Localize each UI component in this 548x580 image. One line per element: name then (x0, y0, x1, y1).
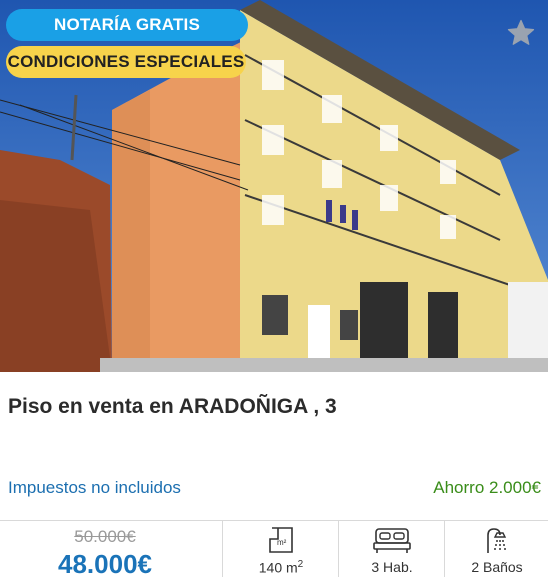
svg-text:m²: m² (277, 538, 287, 547)
baths-label: 2 Baños (471, 559, 523, 575)
old-price: 50.000€ (74, 527, 136, 546)
area-cell: m² 140 m2 (222, 521, 339, 577)
free-notary-badge: NOTARÍA GRATIS (6, 9, 248, 41)
area-label: 140 m2 (258, 559, 304, 576)
current-price: 48.000€ (58, 549, 152, 579)
rooms-cell: 3 Hab. (338, 521, 445, 577)
property-card[interactable]: NOTARÍA GRATIS CONDICIONES ESPECIALES Pi… (0, 0, 548, 579)
bed-icon (373, 528, 411, 553)
price-cell: 50.000€ 48.000€ (0, 521, 222, 579)
rooms-label: 3 Hab. (371, 559, 413, 575)
floor-plan-icon: m² (269, 527, 293, 553)
baths-cell: 2 Baños (444, 521, 548, 577)
property-photo[interactable]: NOTARÍA GRATIS CONDICIONES ESPECIALES (0, 0, 548, 372)
favorite-star-icon[interactable] (506, 18, 536, 48)
shower-icon (487, 528, 507, 553)
taxes-note: Impuestos no incluidos (8, 478, 181, 497)
listing-title[interactable]: Piso en venta en ARADOÑIGA , 3 (8, 395, 337, 419)
features-row: 50.000€ 48.000€ m² 140 m2 3 Hab. 2 Baños (0, 520, 548, 579)
special-conditions-badge: CONDICIONES ESPECIALES (6, 46, 246, 78)
savings-amount: Ahorro 2.000€ (433, 478, 541, 497)
